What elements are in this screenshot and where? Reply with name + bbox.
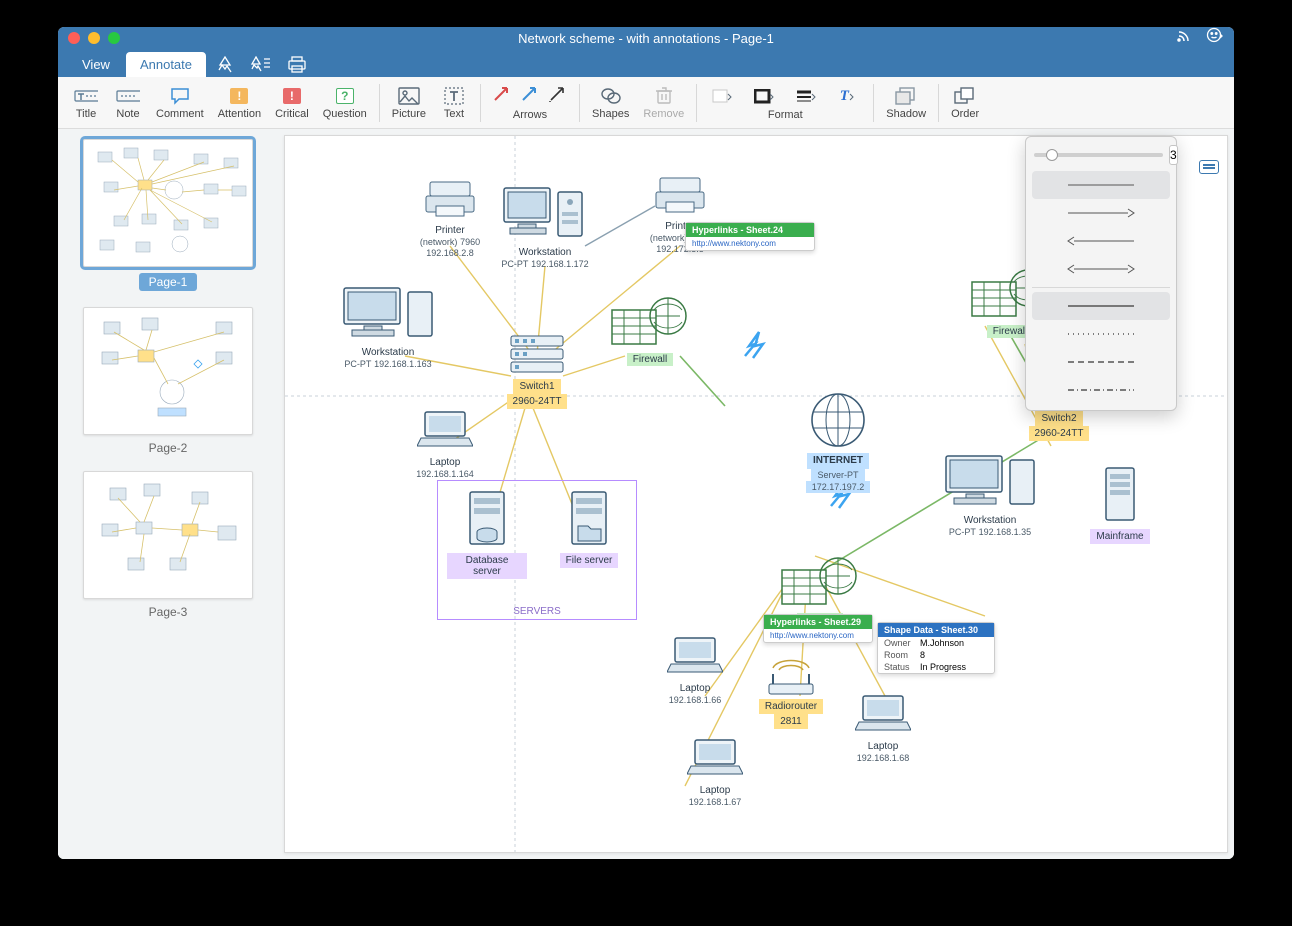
traffic-zoom[interactable]	[108, 32, 120, 44]
order-tool[interactable]: Order	[945, 79, 985, 127]
page-thumbnails-sidebar: Page-1 Page-2 Page-3	[58, 129, 278, 859]
critical-tool[interactable]: !Critical	[269, 79, 315, 127]
node-mainframe[interactable]: Mainframe	[1085, 466, 1155, 544]
node-printer1[interactable]: Printer (network) 7960 192.168.2.8	[405, 176, 495, 259]
feedback-icon[interactable]	[1206, 27, 1224, 50]
arrow-style-none[interactable]	[1032, 171, 1170, 199]
annotate-toolbar: Title Note Comment !Attention !Critical …	[58, 77, 1234, 129]
thumbnail-label-3: Page-3	[58, 605, 278, 619]
export-pdf-multi-icon[interactable]	[244, 53, 278, 77]
traffic-minimize[interactable]	[88, 32, 100, 44]
thumbnail-label-1: Page-1	[139, 273, 198, 291]
callout-shapedata-30[interactable]: Shape Data - Sheet.30 OwnerM.Johnson Roo…	[877, 622, 995, 674]
print-icon[interactable]	[280, 53, 314, 77]
tab-view[interactable]: View	[68, 52, 124, 77]
line-width-slider[interactable]	[1034, 153, 1163, 157]
comment-tool[interactable]: Comment	[150, 79, 210, 127]
node-laptop3[interactable]: Laptop 192.168.1.67	[675, 736, 755, 808]
node-radiorouter[interactable]: Radiorouter 2811	[751, 656, 831, 729]
app-window: Network scheme - with annotations - Page…	[58, 27, 1234, 859]
thumbnail-label-2: Page-2	[58, 441, 278, 455]
node-laptop1[interactable]: Laptop 192.168.1.164	[405, 408, 485, 480]
line-width-value[interactable]: 3	[1169, 145, 1178, 165]
dash-style-dashdot[interactable]	[1032, 376, 1170, 404]
line-style-tool[interactable]	[793, 87, 819, 107]
node-laptop4[interactable]: Laptop 192.168.1.68	[843, 692, 923, 764]
attention-tool[interactable]: !Attention	[212, 79, 267, 127]
fill-color-tool[interactable]	[709, 87, 735, 107]
thumbnail-page-2[interactable]	[83, 307, 253, 435]
arrow-black-tool[interactable]	[549, 86, 567, 107]
node-switch1[interactable]: Switch1 2960-24TT	[497, 332, 577, 409]
stroke-color-tool[interactable]	[751, 87, 777, 107]
node-workstation1[interactable]: Workstation PC-PT 192.168.1.172	[495, 184, 595, 270]
node-fileserver[interactable]: File server	[549, 490, 629, 568]
thumbnail-page-3[interactable]	[83, 471, 253, 599]
format-group: T Format	[703, 85, 867, 121]
node-workstation2[interactable]: Workstation PC-PT 192.168.1.163	[333, 284, 443, 370]
dash-style-dashed[interactable]	[1032, 348, 1170, 376]
titlebar: Network scheme - with annotations - Page…	[58, 27, 1234, 49]
text-color-tool[interactable]: T	[835, 87, 861, 107]
node-firewall-left[interactable]: Firewall	[605, 296, 695, 366]
node-dbserver[interactable]: Database server	[447, 490, 527, 579]
traffic-close[interactable]	[68, 32, 80, 44]
dash-style-dotted[interactable]	[1032, 320, 1170, 348]
arrow-red-tool[interactable]	[493, 86, 511, 107]
shapes-tool[interactable]: Shapes	[586, 79, 635, 127]
export-pdf-icon[interactable]	[208, 53, 242, 77]
text-tool[interactable]: Text	[434, 79, 474, 127]
node-internet[interactable]: INTERNET Server-PT 172.17.197.2	[793, 392, 883, 493]
note-tool[interactable]: Note	[108, 79, 148, 127]
arrow-style-both[interactable]	[1032, 255, 1170, 283]
arrows-group: Arrows	[487, 84, 573, 121]
callout-hyperlinks-24[interactable]: Hyperlinks - Sheet.24 http://www.nektony…	[685, 222, 815, 251]
node-laptop2[interactable]: Laptop 192.168.1.66	[655, 634, 735, 706]
mode-tabbar: View Annotate	[58, 49, 1234, 77]
rss-icon[interactable]	[1176, 28, 1192, 49]
question-tool[interactable]: ?Question	[317, 79, 373, 127]
callout-hyperlinks-29[interactable]: Hyperlinks - Sheet.29 http://www.nektony…	[763, 614, 873, 643]
node-workstation3[interactable]: Workstation PC-PT 192.168.1.35	[935, 452, 1045, 538]
shadow-tool[interactable]: Shadow	[880, 79, 932, 127]
canvas[interactable]: Printer (network) 7960 192.168.2.8 Works…	[278, 129, 1234, 859]
window-title: Network scheme - with annotations - Page…	[58, 31, 1234, 46]
page-options-icon[interactable]	[1199, 160, 1219, 174]
line-style-popover: 3	[1025, 136, 1177, 411]
remove-tool: Remove	[637, 79, 690, 127]
arrow-style-start[interactable]	[1032, 227, 1170, 255]
picture-tool[interactable]: Picture	[386, 79, 432, 127]
dash-style-solid[interactable]	[1032, 292, 1170, 320]
thumbnail-page-1[interactable]	[83, 139, 253, 267]
title-tool[interactable]: Title	[66, 79, 106, 127]
arrow-blue-tool[interactable]	[521, 86, 539, 107]
tab-annotate[interactable]: Annotate	[126, 52, 206, 77]
diagram-page[interactable]: Printer (network) 7960 192.168.2.8 Works…	[284, 135, 1228, 853]
arrow-style-end[interactable]	[1032, 199, 1170, 227]
